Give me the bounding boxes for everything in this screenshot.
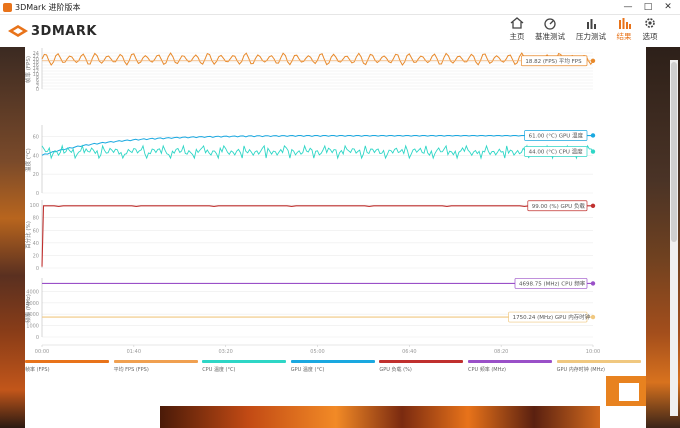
background-artwork-left [0, 47, 25, 428]
gpu-load-series-line [41, 205, 593, 267]
y-tick-label: 0 [36, 335, 39, 341]
avg-fps-callout-text: 18.82 (FPS) 平均 FPS [525, 57, 582, 65]
legend-label: GPU 温度 (°C) [290, 367, 325, 373]
legend-item[interactable]: GPU 内存时钟 (MHz) [556, 360, 641, 373]
y-tick-label: 0 [36, 191, 39, 197]
close-button[interactable]: ✕ [662, 1, 674, 13]
gpu-temp-callout-marker [590, 133, 596, 138]
x-tick-label: 03:20 [218, 349, 232, 355]
nav-options[interactable]: 选项 [642, 16, 658, 42]
x-tick-label: 06:40 [402, 349, 416, 355]
legend-label: GPU 负载 (%) [379, 367, 412, 373]
gpu-load-callout-text: 99.00 (%) GPU 负载 [532, 202, 586, 210]
gpu-mem-clock-callout-marker [590, 314, 596, 320]
nav-home[interactable]: 主页 [509, 16, 525, 42]
y-tick-label: 1000 [26, 324, 39, 330]
legend-swatch [290, 360, 375, 363]
gpu-temp-series-line [41, 134, 594, 156]
nav-stress-tests[interactable]: 压力测试 [576, 16, 606, 42]
app-icon [3, 3, 12, 12]
y-tick-label: 80 [33, 216, 39, 222]
cpu-temp-callout-marker [590, 149, 596, 154]
nav-results[interactable]: 结果 [616, 16, 632, 42]
avg-fps-callout-marker [590, 58, 596, 63]
nav-benchmarks[interactable]: 基准测试 [535, 16, 565, 42]
y-axis-title: 频率 (MHz) [25, 294, 32, 323]
app-header: 3DMARK 主页 基准测试 压力测试 结果 选项 [0, 15, 680, 47]
maximize-button[interactable]: □ [642, 1, 654, 13]
legend-swatch [379, 360, 464, 363]
x-tick-label: 05:00 [310, 349, 324, 355]
cpu-clock-callout-text: 4698.75 (MHz) CPU 频率 [519, 279, 586, 287]
y-tick-label: 24 [33, 51, 39, 57]
nav-results-label: 结果 [616, 32, 632, 41]
legend-item[interactable]: CPU 频率 (MHz) [468, 360, 552, 373]
background-artwork-bottom [160, 406, 600, 428]
cpu-temp-callout-text: 44.00 (°C) CPU 温度 [529, 148, 584, 156]
x-tick-label: 08:20 [494, 349, 508, 355]
cpu-clock-callout-marker [590, 281, 596, 286]
y-tick-label: 100 [29, 203, 39, 209]
y-tick-label: 40 [33, 241, 39, 247]
legend-label: GPU 内存时钟 (MHz) [556, 367, 605, 373]
nav-home-label: 主页 [509, 32, 525, 41]
y-tick-label: 20 [33, 172, 39, 178]
legend-swatch [556, 360, 641, 363]
x-tick-label: 01:40 [127, 349, 141, 355]
stress-bars-icon [587, 19, 596, 29]
legend-swatch [468, 360, 552, 363]
gauge-icon [544, 18, 556, 30]
y-tick-label: 60 [33, 228, 39, 234]
cpu-temp-series-line [41, 144, 594, 160]
gpu-mem-clock-callout-text: 1750.24 (MHz) GPU 内存时钟 [513, 313, 591, 321]
legend-swatch [25, 360, 109, 363]
legend-item[interactable]: 平均 FPS (FPS) [113, 360, 198, 373]
home-icon [510, 17, 524, 29]
legend-label: 平均 FPS (FPS) [113, 367, 149, 373]
app-window: 3DMark 进阶版本 — □ ✕ 3DMARK 主页 基准测试 压力测试 结果… [0, 0, 680, 428]
legend-swatch [202, 360, 287, 363]
y-axis-title: 百分比 (%) [25, 221, 32, 249]
window-title: 3DMark 进阶版本 [15, 3, 81, 12]
nav-benchmarks-label: 基准测试 [535, 32, 565, 41]
legend-swatch [113, 360, 198, 363]
scrollbar-thumb[interactable] [671, 62, 677, 242]
nav-options-label: 选项 [642, 32, 658, 41]
legend-label: CPU 温度 (°C) [202, 367, 236, 373]
y-tick-label: 20 [33, 253, 39, 259]
legend-item[interactable]: 帧率 (FPS) [25, 360, 109, 373]
y-axis-title: 温度 (°C) [25, 148, 32, 172]
chart-legend: 帧率 (FPS) 平均 FPS (FPS) CPU 温度 (°C) GPU 温度 (°… [25, 360, 646, 374]
logo: 3DMARK [7, 23, 97, 39]
gpu-temp-callout-text: 61.00 (°C) GPU 温度 [529, 131, 584, 139]
y-tick-label: 60 [33, 134, 39, 140]
gear-icon [645, 18, 655, 28]
nav-stress-tests-label: 压力测试 [576, 32, 606, 41]
x-tick-label: 00:00 [35, 349, 49, 355]
legend-label: CPU 频率 (MHz) [468, 367, 506, 373]
minimize-button[interactable]: — [622, 1, 634, 13]
y-tick-label: 40 [33, 153, 39, 159]
logo-text: 3DMARK [31, 23, 97, 39]
results-bars-icon [619, 18, 631, 29]
orange-accent-block [606, 376, 646, 406]
gpu-load-callout-marker [590, 203, 596, 208]
legend-label: 帧率 (FPS) [25, 367, 50, 373]
vertical-scrollbar[interactable] [670, 60, 678, 416]
title-bar: 3DMark 进阶版本 — □ ✕ [0, 0, 680, 15]
x-tick-label: 10:00 [586, 349, 600, 355]
legend-item[interactable]: GPU 温度 (°C) [290, 360, 375, 373]
legend-item[interactable]: GPU 负载 (%) [379, 360, 464, 373]
logo-mark-icon [8, 25, 28, 37]
y-axis-title: 帧率 (FPS) [25, 56, 32, 83]
y-tick-label: 0 [36, 266, 39, 272]
legend-item[interactable]: CPU 温度 (°C) [202, 360, 287, 373]
